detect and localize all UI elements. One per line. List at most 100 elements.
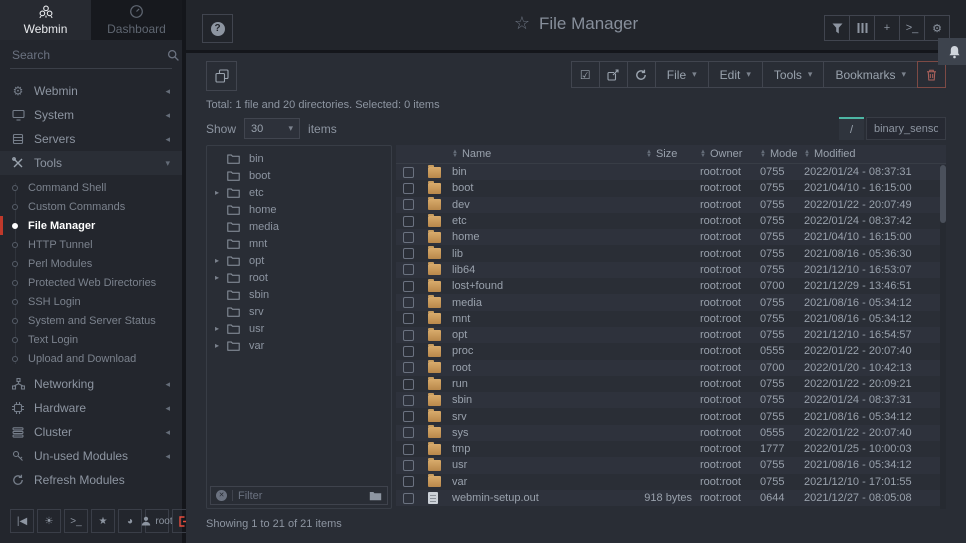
columns-button[interactable]: [849, 15, 875, 41]
language-button[interactable]: ◕: [118, 509, 142, 533]
expand-caret-icon[interactable]: ▸: [215, 256, 227, 265]
file-name[interactable]: dev: [452, 199, 612, 211]
row-checkbox[interactable]: [403, 183, 414, 194]
delete-button[interactable]: [917, 61, 946, 88]
sidebar-subitem[interactable]: File Manager: [0, 216, 182, 235]
terminal-button[interactable]: >_: [64, 509, 88, 533]
table-row[interactable]: tmp root:root 1777 2022/01/25 - 10:00:03: [396, 441, 946, 457]
filter-button[interactable]: [824, 15, 850, 41]
tab-dashboard[interactable]: Dashboard: [91, 0, 182, 40]
tree-item[interactable]: media: [207, 218, 391, 235]
search-input[interactable]: [12, 48, 167, 62]
file-name[interactable]: sys: [452, 427, 612, 439]
sort-icon[interactable]: ▲▼: [700, 150, 706, 158]
tools-menu[interactable]: Tools▾: [762, 61, 825, 88]
file-name[interactable]: var: [452, 476, 612, 488]
terminal-button[interactable]: >_: [899, 15, 925, 41]
expand-caret-icon[interactable]: ▸: [215, 188, 227, 197]
column-header-size[interactable]: ▲▼ Size: [612, 148, 700, 160]
tree-item[interactable]: ▸ var: [207, 337, 391, 354]
paste-buffer-button[interactable]: [206, 61, 237, 91]
sidebar-item-system[interactable]: System ◂: [0, 103, 182, 127]
expand-caret-icon[interactable]: ▸: [215, 341, 227, 350]
tree-item[interactable]: srv: [207, 303, 391, 320]
file-name[interactable]: tmp: [452, 443, 612, 455]
export-button[interactable]: [599, 61, 628, 88]
row-checkbox[interactable]: [403, 232, 414, 243]
sidebar-subitem[interactable]: HTTP Tunnel: [0, 235, 182, 254]
row-checkbox[interactable]: [403, 167, 414, 178]
sidebar-item-tools[interactable]: Tools ▾: [0, 151, 182, 175]
row-checkbox[interactable]: [403, 248, 414, 259]
collapse-sidebar-button[interactable]: |◀: [10, 509, 34, 533]
row-checkbox[interactable]: [403, 476, 414, 487]
table-row[interactable]: lib64 root:root 0755 2021/12/10 - 16:53:…: [396, 262, 946, 278]
bookmarks-menu[interactable]: Bookmarks▾: [823, 61, 918, 88]
table-row[interactable]: sys root:root 0555 2022/01/22 - 20:07:40: [396, 425, 946, 441]
table-scrollbar[interactable]: [940, 165, 946, 509]
tree-item[interactable]: home: [207, 201, 391, 218]
sidebar-item-refresh-modules[interactable]: Refresh Modules: [0, 468, 182, 492]
row-checkbox[interactable]: [403, 281, 414, 292]
row-checkbox[interactable]: [403, 411, 414, 422]
table-row[interactable]: root root:root 0700 2022/01/20 - 10:42:1…: [396, 360, 946, 376]
row-checkbox[interactable]: [403, 427, 414, 438]
folder-select-icon[interactable]: [369, 491, 382, 501]
table-row[interactable]: dev root:root 0755 2022/01/22 - 20:07:49: [396, 197, 946, 213]
file-name[interactable]: bin: [452, 166, 612, 178]
sidebar-subitem[interactable]: Custom Commands: [0, 197, 182, 216]
file-name[interactable]: mnt: [452, 313, 612, 325]
file-name[interactable]: sbin: [452, 394, 612, 406]
table-row[interactable]: home root:root 0755 2021/04/10 - 16:15:0…: [396, 229, 946, 245]
row-checkbox[interactable]: [403, 346, 414, 357]
expand-caret-icon[interactable]: ▸: [215, 273, 227, 282]
tree-item[interactable]: ▸ etc: [207, 184, 391, 201]
row-checkbox[interactable]: [403, 444, 414, 455]
file-name[interactable]: opt: [452, 329, 612, 341]
file-name[interactable]: root: [452, 362, 612, 374]
table-row[interactable]: usr root:root 0755 2021/08/16 - 05:34:12: [396, 457, 946, 473]
tree-item[interactable]: ▸ usr: [207, 320, 391, 337]
sidebar-item-networking[interactable]: Networking ◂: [0, 372, 182, 396]
tree-item[interactable]: ▸ opt: [207, 252, 391, 269]
table-row[interactable]: sbin root:root 0755 2022/01/24 - 08:37:3…: [396, 392, 946, 408]
table-row[interactable]: media root:root 0755 2021/08/16 - 05:34:…: [396, 294, 946, 310]
row-checkbox[interactable]: [403, 313, 414, 324]
row-checkbox[interactable]: [403, 362, 414, 373]
row-checkbox[interactable]: [403, 379, 414, 390]
row-checkbox[interactable]: [403, 493, 414, 504]
column-header-modified[interactable]: ▲▼ Modified: [804, 148, 946, 160]
show-count-select[interactable]: 30 ▾: [244, 118, 300, 139]
sort-icon[interactable]: ▲▼: [646, 150, 652, 158]
filter-input[interactable]: [238, 490, 364, 502]
sidebar-item-hardware[interactable]: Hardware ◂: [0, 396, 182, 420]
tree-item[interactable]: sbin: [207, 286, 391, 303]
sidebar-item-servers[interactable]: Servers ◂: [0, 127, 182, 151]
user-button[interactable]: root: [145, 509, 169, 533]
table-row[interactable]: webmin-setup.out 918 bytes root:root 064…: [396, 490, 946, 506]
file-name[interactable]: run: [452, 378, 612, 390]
file-name[interactable]: proc: [452, 345, 612, 357]
clear-filter-icon[interactable]: ✕: [216, 490, 227, 501]
file-name[interactable]: lib64: [452, 264, 612, 276]
refresh-button[interactable]: [627, 61, 656, 88]
tree-item[interactable]: bin: [207, 150, 391, 167]
column-header-owner[interactable]: ▲▼ Owner: [700, 148, 760, 160]
table-row[interactable]: proc root:root 0555 2022/01/22 - 20:07:4…: [396, 343, 946, 359]
file-name[interactable]: etc: [452, 215, 612, 227]
file-name[interactable]: home: [452, 231, 612, 243]
add-tab-button[interactable]: +: [874, 15, 900, 41]
edit-menu[interactable]: Edit▾: [708, 61, 763, 88]
sort-icon[interactable]: ▲▼: [760, 150, 766, 158]
tree-item[interactable]: boot: [207, 167, 391, 184]
tree-item[interactable]: ▸ root: [207, 269, 391, 286]
row-checkbox[interactable]: [403, 395, 414, 406]
sidebar-subitem[interactable]: Upload and Download: [0, 349, 182, 368]
table-row[interactable]: etc root:root 0755 2022/01/24 - 08:37:42: [396, 213, 946, 229]
sidebar-item-cluster[interactable]: Cluster ◂: [0, 420, 182, 444]
table-row[interactable]: bin root:root 0755 2022/01/24 - 08:37:31: [396, 164, 946, 180]
file-name[interactable]: usr: [452, 459, 612, 471]
notifications-button[interactable]: [938, 38, 966, 65]
sidebar-subitem[interactable]: Perl Modules: [0, 254, 182, 273]
row-checkbox[interactable]: [403, 264, 414, 275]
